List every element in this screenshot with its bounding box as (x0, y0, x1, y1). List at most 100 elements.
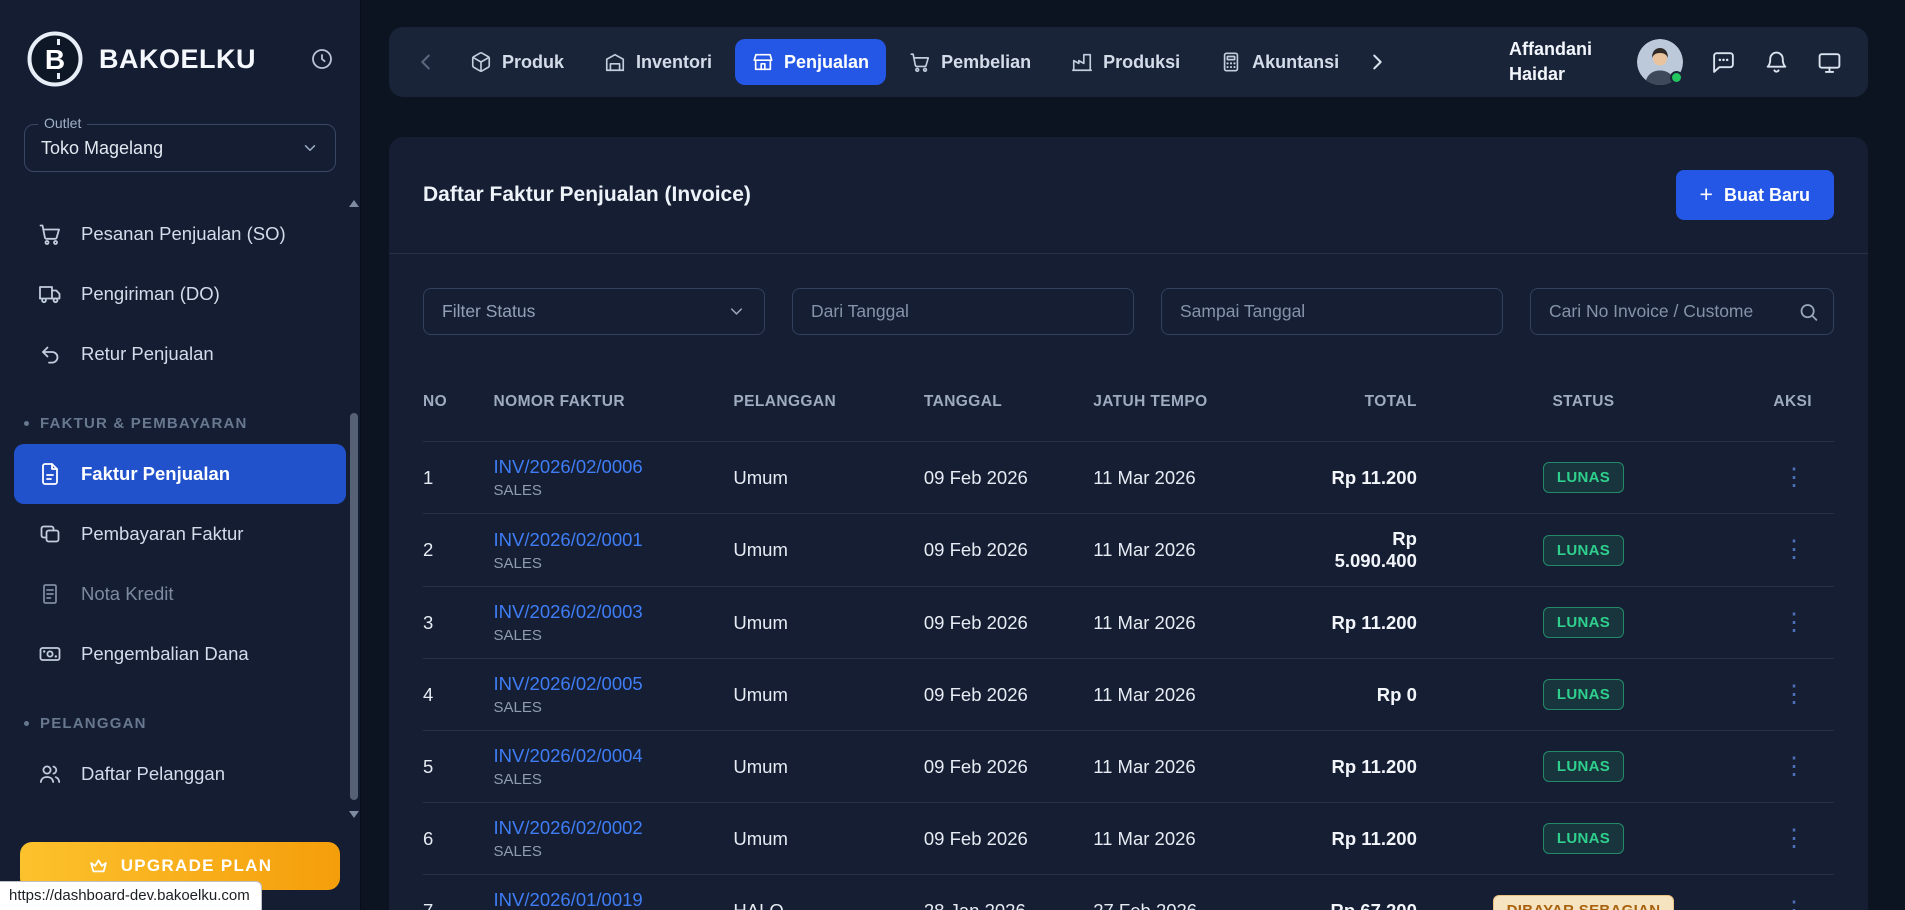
status-badge: LUNAS (1543, 607, 1624, 638)
cell-date: 09 Feb 2026 (924, 587, 1093, 659)
invoice-table: NONOMOR FAKTURPELANGGANTANGGALJATUH TEMP… (423, 375, 1834, 910)
nav-item-penjualan[interactable]: Penjualan (735, 39, 886, 85)
cell-actions: ⋮ (1728, 803, 1834, 875)
sidebar-item-label: Nota Kredit (81, 583, 174, 605)
users-icon (38, 762, 62, 786)
chevron-down-icon (301, 139, 319, 157)
cell-total: Rp 11.200 (1305, 803, 1439, 875)
sidebar-scrollbar[interactable] (349, 200, 359, 818)
invoice-link[interactable]: INV/2026/02/0006 (494, 456, 643, 477)
brand-name: BAKOELKU (99, 44, 256, 75)
sidebar-item-pengiriman-do[interactable]: Pengiriman (DO) (14, 264, 346, 324)
nav-item-pembelian[interactable]: Pembelian (892, 39, 1048, 85)
calculator-icon (1220, 51, 1242, 73)
invoice-type: SALES (494, 482, 734, 499)
cell-actions: ⋮ (1728, 731, 1834, 803)
cell-no: 6 (423, 803, 494, 875)
cell-invoice: INV/2026/02/0003SALES (494, 587, 734, 659)
column-header-jatuh-tempo: JATUH TEMPO (1093, 375, 1305, 442)
app-root: B BAKOELKU Outlet Toko Magelang Pesanan … (0, 0, 1905, 910)
history-icon[interactable] (310, 47, 334, 71)
chat-icon[interactable] (1711, 50, 1736, 75)
row-actions-button[interactable]: ⋮ (1776, 683, 1812, 707)
row-actions-button[interactable]: ⋮ (1776, 899, 1812, 910)
monitor-icon[interactable] (1817, 50, 1842, 75)
nav-item-produk[interactable]: Produk (453, 39, 581, 85)
sidebar-menu: Pesanan Penjualan (SO) Pengiriman (DO) Ret… (0, 204, 360, 804)
sidebar-item-retur-penjualan[interactable]: Retur Penjualan (14, 324, 346, 384)
cell-actions: ⋮ (1728, 659, 1834, 731)
outlet-label: Outlet (38, 115, 87, 131)
date-to-input[interactable] (1161, 288, 1503, 335)
cell-actions: ⋮ (1728, 587, 1834, 659)
nav-prev-icon[interactable] (415, 51, 437, 73)
search-input[interactable] (1530, 288, 1834, 335)
row-actions-button[interactable]: ⋮ (1776, 827, 1812, 851)
sidebar: B BAKOELKU Outlet Toko Magelang Pesanan … (0, 0, 360, 910)
sidebar-item-label: Retur Penjualan (81, 343, 214, 365)
sidebar-item-nota-kredit[interactable]: Nota Kredit (14, 564, 346, 624)
create-invoice-button[interactable]: + Buat Baru (1676, 170, 1834, 220)
cell-date: 28 Jan 2026 (924, 875, 1093, 910)
cell-date: 09 Feb 2026 (924, 731, 1093, 803)
create-invoice-label: Buat Baru (1724, 185, 1810, 206)
user-name: Affandani Haidar (1509, 37, 1617, 87)
invoice-link[interactable]: INV/2026/02/0003 (494, 601, 643, 622)
store-icon (752, 51, 774, 73)
nav-item-label: Inventori (636, 52, 712, 73)
search-field (1530, 288, 1834, 335)
invoice-link[interactable]: INV/2026/02/0001 (494, 529, 643, 550)
cell-total: Rp 11.200 (1305, 442, 1439, 514)
outlet-value: Toko Magelang (41, 138, 163, 159)
cell-invoice: INV/2026/02/0005SALES (494, 659, 734, 731)
section-bullet-icon (24, 421, 29, 426)
sidebar-item-pembayaran-faktur[interactable]: Pembayaran Faktur (14, 504, 346, 564)
cell-status: LUNAS (1439, 514, 1728, 587)
outlet-selector[interactable]: Outlet Toko Magelang (24, 124, 336, 172)
cell-no: 5 (423, 731, 494, 803)
sidebar-item-daftar-pelanggan[interactable]: Daftar Pelanggan (14, 744, 346, 804)
row-actions-button[interactable]: ⋮ (1776, 611, 1812, 635)
cell-due-date: 11 Mar 2026 (1093, 514, 1305, 587)
scroll-up-arrow-icon[interactable] (349, 200, 359, 207)
row-actions-button[interactable]: ⋮ (1776, 755, 1812, 779)
cell-date: 09 Feb 2026 (924, 442, 1093, 514)
status-bar-url: https://dashboard-dev.bakoelku.com (0, 881, 262, 910)
scroll-down-arrow-icon[interactable] (349, 811, 359, 818)
nav-item-label: Pembelian (941, 52, 1031, 73)
date-from-input[interactable] (792, 288, 1134, 335)
sidebar-item-pengembalian-dana[interactable]: Pengembalian Dana (14, 624, 346, 684)
sidebar-item-pesanan-penjualan-so[interactable]: Pesanan Penjualan (SO) (14, 204, 346, 264)
cell-actions: ⋮ (1728, 442, 1834, 514)
invoice-link[interactable]: INV/2026/02/0004 (494, 745, 643, 766)
bell-icon[interactable] (1764, 50, 1789, 75)
status-badge: LUNAS (1543, 462, 1624, 493)
invoice-link[interactable]: INV/2026/02/0002 (494, 817, 643, 838)
cell-invoice: INV/2026/02/0001SALES (494, 514, 734, 587)
cell-status: LUNAS (1439, 442, 1728, 514)
invoice-row: 6INV/2026/02/0002SALESUmum09 Feb 202611 … (423, 803, 1834, 875)
status-filter-select[interactable]: Filter Status (423, 288, 765, 335)
status-badge: LUNAS (1543, 679, 1624, 710)
invoice-list-card: Daftar Faktur Penjualan (Invoice) + Buat… (389, 137, 1868, 910)
invoice-link[interactable]: INV/2026/02/0005 (494, 673, 643, 694)
cell-date: 09 Feb 2026 (924, 803, 1093, 875)
cell-total: Rp 11.200 (1305, 587, 1439, 659)
invoice-link[interactable]: INV/2026/01/0019 (494, 889, 643, 910)
status-badge: DIBAYAR SEBAGIAN (1493, 895, 1675, 910)
row-actions-button[interactable]: ⋮ (1776, 538, 1812, 562)
sidebar-section-pelanggan: PELANGGAN (14, 712, 346, 734)
nav-item-produksi[interactable]: Produksi (1054, 39, 1197, 85)
nav-next-icon[interactable] (1366, 51, 1388, 73)
column-header-pelanggan: PELANGGAN (733, 375, 923, 442)
scrollbar-thumb[interactable] (350, 413, 358, 800)
avatar[interactable] (1637, 39, 1683, 85)
online-status-dot (1670, 71, 1683, 84)
sidebar-item-label: Pengiriman (DO) (81, 283, 220, 305)
nav-item-inventori[interactable]: Inventori (587, 39, 729, 85)
cell-customer: HALO (733, 875, 923, 910)
nav-item-akuntansi[interactable]: Akuntansi (1203, 39, 1356, 85)
main-area: Produk Inventori Penjualan Pembelian Produks… (360, 0, 1905, 910)
sidebar-item-faktur-penjualan[interactable]: Faktur Penjualan (14, 444, 346, 504)
row-actions-button[interactable]: ⋮ (1776, 466, 1812, 490)
